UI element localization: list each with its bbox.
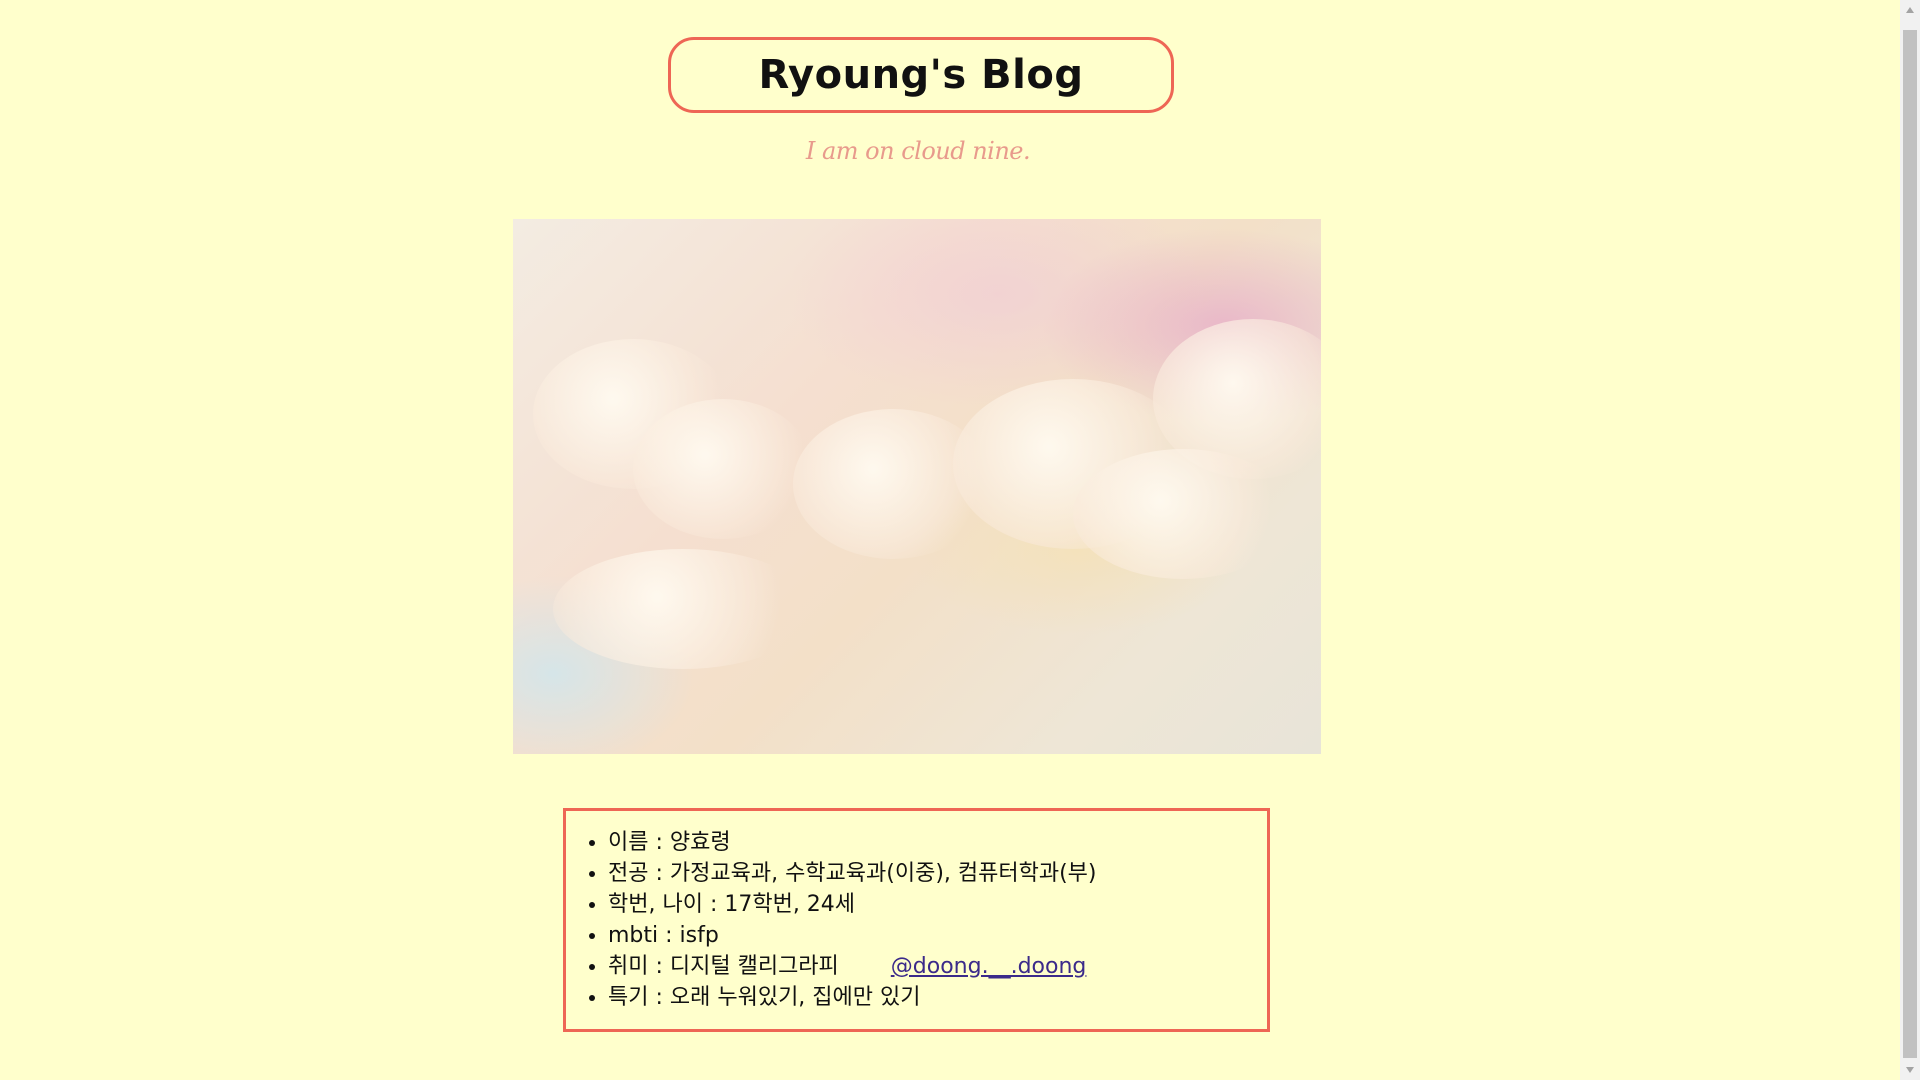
profile-list: 이름 : 양효령 전공 : 가정교육과, 수학교육과(이중), 컴퓨터학과(부)… — [566, 811, 1267, 1013]
profile-item-text: 취미 : 디지털 캘리그라피 — [608, 954, 839, 979]
page-content: Ryoung's Blog I am on cloud nine. 이름 : 양… — [0, 0, 1900, 1080]
profile-item-text: 이름 : 양효령 — [608, 830, 731, 855]
profile-item-text: 전공 : 가정교육과, 수학교육과(이중), 컴퓨터학과(부) — [608, 861, 1097, 886]
title-box: Ryoung's Blog — [668, 37, 1174, 113]
profile-item-mbti: mbti : isfp — [608, 920, 1267, 951]
cloud-shape — [553, 549, 813, 669]
cloud-shape — [1073, 449, 1293, 579]
cloud-shape — [633, 399, 813, 539]
profile-item-age: 학번, 나이 : 17학번, 24세 — [608, 889, 1267, 920]
profile-item-major: 전공 : 가정교육과, 수학교육과(이중), 컴퓨터학과(부) — [608, 858, 1267, 889]
vertical-scrollbar[interactable] — [1900, 0, 1920, 1080]
scrollbar-thumb[interactable] — [1903, 30, 1917, 1058]
hero-image — [513, 219, 1321, 754]
profile-box: 이름 : 양효령 전공 : 가정교육과, 수학교육과(이중), 컴퓨터학과(부)… — [563, 808, 1270, 1032]
scroll-up-arrow-icon[interactable] — [1900, 0, 1920, 20]
blog-page: Ryoung's Blog I am on cloud nine. 이름 : 양… — [0, 0, 1920, 1080]
blog-subtitle: I am on cloud nine. — [805, 137, 1031, 165]
profile-item-text: 특기 : 오래 누워있기, 집에만 있기 — [608, 985, 921, 1010]
profile-item-hobby: 취미 : 디지털 캘리그라피 @doong.__.doong — [608, 951, 1267, 982]
profile-item-text: 학번, 나이 : 17학번, 24세 — [608, 892, 856, 917]
scroll-down-arrow-icon[interactable] — [1900, 1060, 1920, 1080]
profile-item-skill: 특기 : 오래 누워있기, 집에만 있기 — [608, 982, 1267, 1013]
profile-item-text: mbti : isfp — [608, 923, 719, 948]
blog-title: Ryoung's Blog — [758, 52, 1084, 98]
instagram-link[interactable]: @doong.__.doong — [891, 954, 1087, 979]
profile-item-name: 이름 : 양효령 — [608, 827, 1267, 858]
